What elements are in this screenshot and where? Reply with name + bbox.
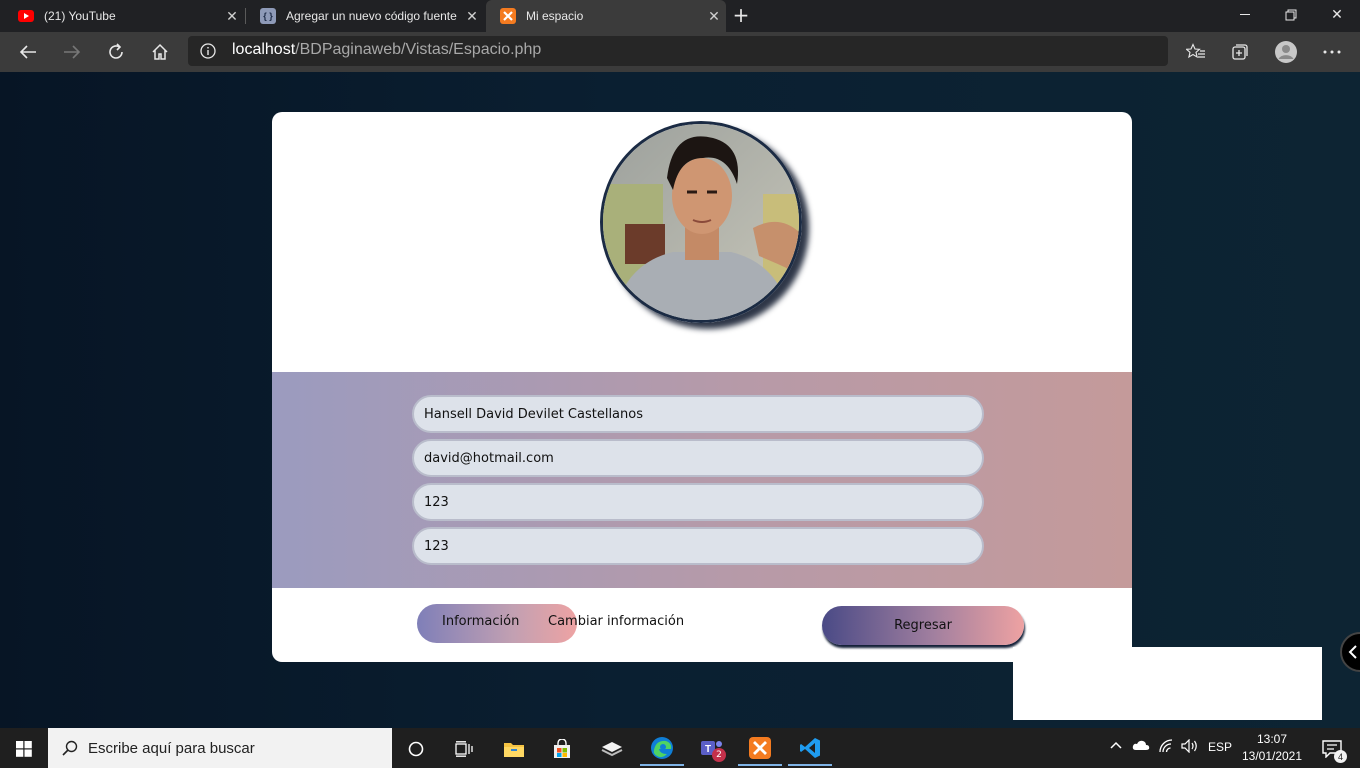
xampp-icon [500, 8, 516, 24]
close-icon[interactable]: ✕ [460, 8, 484, 25]
taskbar-search[interactable]: Escribe aquí para buscar [48, 728, 392, 768]
wifi-icon[interactable] [1158, 739, 1174, 756]
blank-overlay [1013, 647, 1322, 720]
favorites-icon[interactable] [1180, 36, 1212, 68]
collections-icon[interactable] [1224, 36, 1256, 68]
back-arrow-icon[interactable] [12, 36, 44, 68]
tab-code[interactable]: { } Agregar un nuevo código fuente ✕ [246, 0, 484, 32]
clock-date: 13/01/2021 [1241, 749, 1303, 763]
restore-icon[interactable] [1268, 0, 1314, 30]
notification-count: 4 [1334, 750, 1347, 763]
tab-title: Agregar un nuevo código fuente [286, 9, 457, 23]
home-icon[interactable] [144, 36, 176, 68]
search-icon [62, 740, 78, 756]
close-icon[interactable]: ✕ [220, 8, 244, 25]
tab-title: (21) YouTube [44, 9, 116, 23]
vscode-icon[interactable] [788, 732, 832, 766]
info-tab[interactable]: Información [442, 614, 519, 629]
search-placeholder: Escribe aquí para buscar [88, 740, 255, 757]
teams-badge: 2 [712, 748, 726, 762]
confirm-password-field[interactable]: 123 [412, 527, 984, 565]
back-button[interactable]: Regresar [822, 606, 1024, 645]
windows-start-icon[interactable] [2, 732, 46, 766]
youtube-icon [18, 8, 34, 24]
code-icon: { } [260, 8, 276, 24]
profile-avatar-icon[interactable] [1270, 36, 1302, 68]
tab-title: Mi espacio [526, 9, 584, 23]
url-text[interactable]: localhost/BDPaginaweb/Vistas/Espacio.php [232, 41, 541, 59]
tab-youtube[interactable]: (21) YouTube ✕ [4, 0, 244, 32]
tab-strip: (21) YouTube ✕ { } Agregar un nuevo códi… [0, 0, 1360, 32]
svg-text:T: T [705, 744, 711, 755]
language-indicator[interactable]: ESP [1208, 740, 1232, 754]
info-icon[interactable] [200, 43, 218, 61]
url-host: localhost [232, 41, 296, 58]
edge-browser-icon[interactable] [640, 732, 684, 766]
change-info-tab[interactable]: Cambiar información [548, 614, 684, 629]
tab-mi-espacio[interactable]: Mi espacio ✕ [486, 0, 726, 32]
profile-card: Hansell David Devilet Castellanos david@… [272, 112, 1132, 662]
form-band: Hansell David Devilet Castellanos david@… [272, 372, 1132, 588]
file-explorer-icon[interactable] [492, 732, 536, 766]
notification-icon[interactable]: 4 [1312, 732, 1352, 766]
new-tab-icon[interactable]: + [730, 5, 752, 27]
chevron-up-icon[interactable] [1110, 738, 1122, 752]
email-field[interactable]: david@hotmail.com [412, 439, 984, 477]
page-viewport: Hansell David Devilet Castellanos david@… [0, 72, 1360, 728]
sidebar-toggle[interactable] [1340, 632, 1360, 672]
refresh-icon[interactable] [100, 36, 132, 68]
teams-icon[interactable]: T 2 [690, 732, 734, 766]
close-icon[interactable]: ✕ [702, 8, 726, 25]
onedrive-icon[interactable] [1132, 740, 1150, 754]
close-window-icon[interactable]: ✕ [1314, 0, 1360, 30]
url-path: /BDPaginaweb/Vistas/Espacio.php [295, 41, 542, 58]
xampp-taskbar-icon[interactable] [738, 732, 782, 766]
profile-photo [600, 121, 802, 323]
cortana-icon[interactable] [394, 732, 438, 766]
name-field[interactable]: Hansell David Devilet Castellanos [412, 395, 984, 433]
task-view-icon[interactable] [442, 732, 486, 766]
volume-icon[interactable] [1181, 738, 1199, 756]
clock-time: 13:07 [1256, 732, 1288, 746]
store-icon[interactable] [540, 732, 584, 766]
taskbar: Escribe aquí para buscar T 2 ESP 13:07 1… [0, 728, 1360, 768]
password-field[interactable]: 123 [412, 483, 984, 521]
more-options-icon[interactable] [1316, 36, 1348, 68]
minimize-icon[interactable] [1222, 0, 1268, 30]
clock[interactable]: 13:07 13/01/2021 [1238, 731, 1306, 765]
stack-app-icon[interactable] [590, 732, 634, 766]
forward-arrow-icon[interactable] [56, 36, 88, 68]
chevron-left-icon [1348, 645, 1357, 659]
